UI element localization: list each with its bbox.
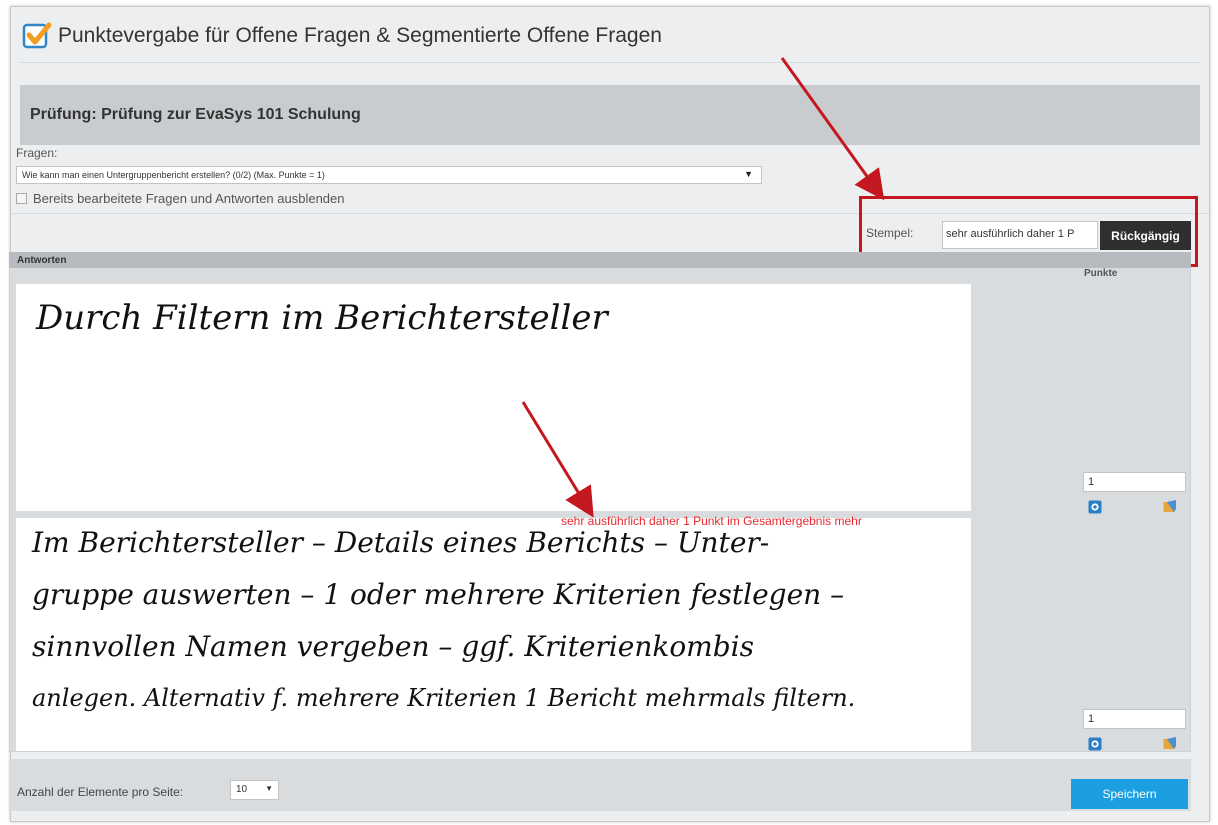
annotation-arrow xyxy=(521,401,594,518)
annotation-arrows xyxy=(521,57,885,518)
annotation-arrow xyxy=(780,57,885,201)
